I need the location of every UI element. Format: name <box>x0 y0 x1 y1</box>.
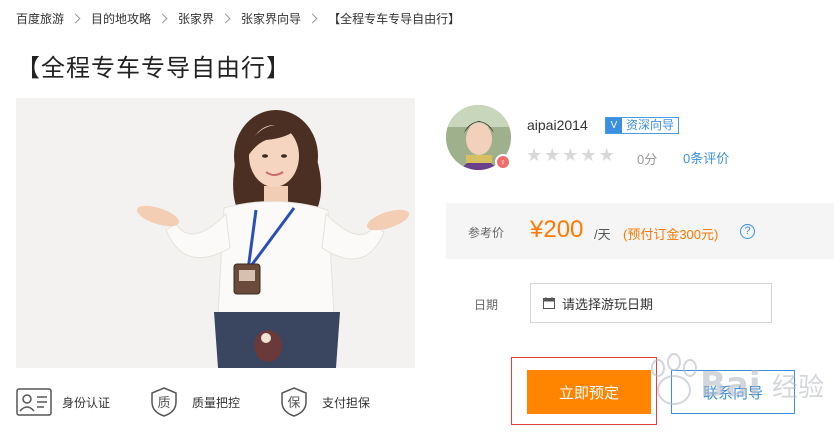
guarantee-label: 支付担保 <box>322 395 371 410</box>
breadcrumb: 百度旅游 目的地攻略 张家界 张家界向导 【全程专车专导自由行】 <box>16 10 460 26</box>
chevron-right-icon <box>307 13 318 23</box>
book-now-button[interactable]: 立即预定 <box>527 370 651 414</box>
guarantee-label: 质量把控 <box>192 395 241 410</box>
guarantee-label: 身份认证 <box>62 395 111 410</box>
payment-guarantee-icon: 保 <box>276 386 312 418</box>
guarantee-quality-control: 质 质量把控 <box>146 386 240 418</box>
calendar-icon <box>543 297 555 309</box>
guide-level-label: 资深向导 <box>626 118 675 132</box>
price-panel: 参考价 ¥200 /天 (预付订金300元) ? <box>446 203 834 259</box>
breadcrumb-item-current: 【全程专车专导自由行】 <box>328 11 461 26</box>
chevron-right-icon <box>157 13 168 23</box>
breadcrumb-item-zhangjiajie-guides[interactable]: 张家界向导 <box>241 10 301 27</box>
star-icon: ★ <box>580 145 597 165</box>
breadcrumb-item-zhangjiajie[interactable]: 张家界 <box>178 10 214 27</box>
date-picker-input[interactable]: 请选择游玩日期 <box>530 283 772 323</box>
star-icon: ★ <box>544 145 561 165</box>
price-label: 参考价 <box>468 226 505 240</box>
guide-name[interactable]: aipai2014 <box>527 117 588 133</box>
guide-level-badge: V 资深向导 <box>605 117 680 134</box>
page-title: 【全程专车专导自由行】 <box>16 55 291 82</box>
svg-text:保: 保 <box>288 396 301 411</box>
guarantee-payment: 保 支付担保 <box>276 386 370 418</box>
svg-text:质: 质 <box>158 396 171 411</box>
date-label: 日期 <box>474 298 499 312</box>
star-icon: ★ <box>526 145 543 165</box>
rating-score: 0分 <box>637 152 658 167</box>
price-unit: /天 <box>594 227 611 242</box>
female-icon: ♀ <box>495 154 511 170</box>
guide-photo[interactable] <box>16 98 415 368</box>
chevron-right-icon <box>220 13 231 23</box>
contact-guide-button[interactable]: 联系向导 <box>671 370 795 414</box>
star-icon: ★ <box>562 145 579 165</box>
guarantee-bar: 身份认证 质 质量把控 保 支付担保 <box>16 384 436 420</box>
breadcrumb-item-destination-guide[interactable]: 目的地攻略 <box>91 10 151 27</box>
verified-icon: V <box>606 118 622 133</box>
chevron-right-icon <box>70 13 81 23</box>
breadcrumb-item-baidu-travel[interactable]: 百度旅游 <box>16 10 64 27</box>
review-count-link[interactable]: 0条评价 <box>683 148 729 167</box>
help-icon[interactable]: ? <box>740 224 755 239</box>
star-icon: ★ <box>598 145 615 165</box>
id-card-icon <box>16 386 52 418</box>
deposit-note: (预付订金300元) <box>623 227 719 242</box>
rating-stars: ★ ★ ★ ★ ★ <box>526 146 617 164</box>
guarantee-id-verification: 身份认证 <box>16 386 110 418</box>
quality-icon: 质 <box>146 386 182 418</box>
price-value: ¥200 <box>530 216 584 243</box>
date-placeholder: 请选择游玩日期 <box>562 296 654 312</box>
